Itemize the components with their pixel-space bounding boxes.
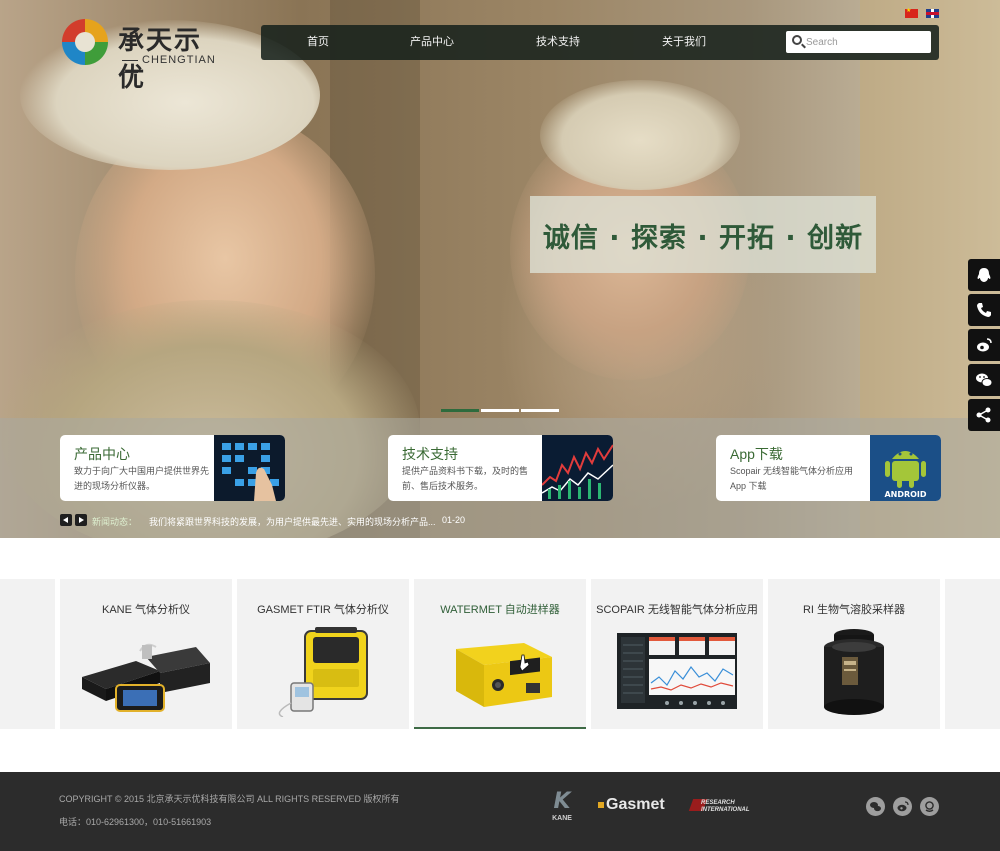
side-weibo-button[interactable]: [968, 329, 1000, 361]
contact-phone: 电话：010-62961300，010-51661903: [59, 817, 212, 827]
side-wechat-button[interactable]: [968, 364, 1000, 396]
slider-dot-3[interactable]: [521, 409, 559, 412]
product-title: GASMET FTIR 气体分析仪: [257, 604, 389, 616]
product-item-kane[interactable]: KANE 气体分析仪: [60, 579, 232, 729]
partner-kane-logo[interactable]: K KANE: [545, 790, 579, 824]
card-app[interactable]: App下载 Scopair 无线智能气体分析应用 App 下载 ANDROID: [716, 435, 941, 501]
gasmet-square-icon: [598, 801, 604, 808]
search-icon[interactable]: [792, 35, 802, 45]
slider-dot-2[interactable]: [481, 409, 519, 412]
qq-circle-icon: [925, 801, 934, 812]
copyright-text: COPYRIGHT © 2015 北京承天示优科技有限公司 ALL RIGHTS…: [59, 794, 400, 804]
watermet-sampler-image: [456, 643, 552, 707]
kane-label: KANE: [552, 815, 572, 822]
slider-dot-1[interactable]: [441, 409, 479, 412]
photo-man-cap: [540, 80, 740, 190]
side-phone-button[interactable]: [968, 294, 1000, 326]
china-flag-icon[interactable]: [905, 7, 918, 18]
footer-wechat-button[interactable]: [866, 797, 885, 816]
partner-ri-logo[interactable]: RESEARCH INTERNATIONAL: [688, 798, 757, 816]
footer-weibo-button[interactable]: [893, 797, 912, 816]
news-date: 01-20: [442, 515, 466, 525]
phone-icon: [977, 303, 991, 317]
uk-flag-icon[interactable]: [926, 9, 939, 18]
scopair-app-image: [617, 633, 737, 709]
wechat-icon: [870, 802, 881, 812]
footer-qq-button[interactable]: [920, 797, 939, 816]
card-support[interactable]: 技术支持 提供产品资料书下载，及时的售前、售后技术服务。: [388, 435, 613, 501]
ri-sampler-image: [824, 629, 884, 715]
svg-text:ANDROID: ANDROID: [884, 490, 926, 499]
nav-item-products[interactable]: 产品中心: [389, 25, 475, 60]
product-item-scopair[interactable]: SCOPAIR 无线智能气体分析应用: [591, 579, 763, 729]
product-carousel: KANE 气体分析仪 GASMET FTIR 气体分析仪 WATERMET 自动…: [0, 579, 1000, 729]
hero-slogan: 诚信 · 探索 · 开拓 · 创新: [542, 223, 864, 254]
search-box: [786, 31, 931, 53]
hero-slogan-box: 诚信 · 探索 · 开拓 · 创新: [530, 196, 876, 273]
site-footer: COPYRIGHT © 2015 北京承天示优科技有限公司 ALL RIGHTS…: [0, 772, 1000, 851]
stock-chart-thumb: [542, 435, 613, 501]
kane-k-icon: K: [553, 789, 571, 814]
card-desc: Scopair 无线智能气体分析应用 App 下载: [730, 466, 854, 491]
side-share-button[interactable]: [968, 399, 1000, 431]
search-input[interactable]: [806, 33, 926, 51]
partner-gasmet-logo[interactable]: Gasmet: [598, 796, 680, 816]
news-next-icon[interactable]: [75, 514, 87, 526]
product-title: WATERMET 自动进样器: [440, 604, 560, 616]
weibo-icon: [897, 801, 909, 812]
touchscreen-thumb: [214, 435, 285, 501]
card-title: 产品中心: [74, 446, 130, 462]
ri-label: RESEARCH INTERNATIONAL: [701, 800, 750, 813]
nav-item-home[interactable]: 首页: [275, 25, 361, 60]
product-title: SCOPAIR 无线智能气体分析应用: [596, 604, 758, 616]
nav-item-about[interactable]: 关于我们: [641, 25, 727, 60]
gasmet-ftir-image: [278, 627, 368, 717]
share-icon: [976, 407, 991, 423]
side-qq-button[interactable]: [968, 259, 1000, 291]
nav-item-support[interactable]: 技术支持: [515, 25, 601, 60]
android-thumb: ANDROID: [870, 435, 941, 501]
card-title: App下载: [730, 446, 783, 462]
card-desc: 提供产品资料书下载，及时的售前、售后技术服务。: [402, 466, 529, 491]
news-prev-icon[interactable]: [60, 514, 72, 526]
kane-analyzer-image: [82, 643, 210, 712]
card-title: 技术支持: [402, 446, 458, 462]
product-title: KANE 气体分析仪: [101, 604, 190, 616]
product-item-gasmet[interactable]: GASMET FTIR 气体分析仪: [237, 579, 409, 729]
product-title: RI 生物气溶胶采样器: [802, 604, 906, 616]
product-item-ri[interactable]: RI 生物气溶胶采样器: [768, 579, 940, 729]
logo-name-en: CHENGTIAN: [118, 54, 220, 78]
card-desc: 致力于向广大中国用户提供世界先进的现场分析仪器。: [74, 466, 210, 491]
site-logo[interactable]: 承天示优 CHENGTIAN: [60, 16, 220, 93]
news-headline-link[interactable]: 我们将紧跟世界科技的发展，为用户提供最先进、实用的现场分析产品...: [149, 515, 436, 528]
main-nav: 首页 产品中心 技术支持 关于我们: [261, 25, 939, 60]
product-item-watermet[interactable]: WATERMET 自动进样器: [414, 579, 586, 729]
product-edge-left[interactable]: [0, 579, 55, 729]
gasmet-label: Gasmet: [606, 796, 665, 813]
wechat-icon: [976, 373, 993, 387]
card-products[interactable]: 产品中心 致力于向广大中国用户提供世界先进的现场分析仪器。: [60, 435, 285, 501]
logo-mark-icon: [62, 19, 108, 65]
news-label: 新闻动态：: [92, 517, 138, 527]
weibo-icon: [977, 338, 992, 352]
qq-icon: [977, 268, 991, 282]
product-edge-right[interactable]: [945, 579, 1000, 729]
